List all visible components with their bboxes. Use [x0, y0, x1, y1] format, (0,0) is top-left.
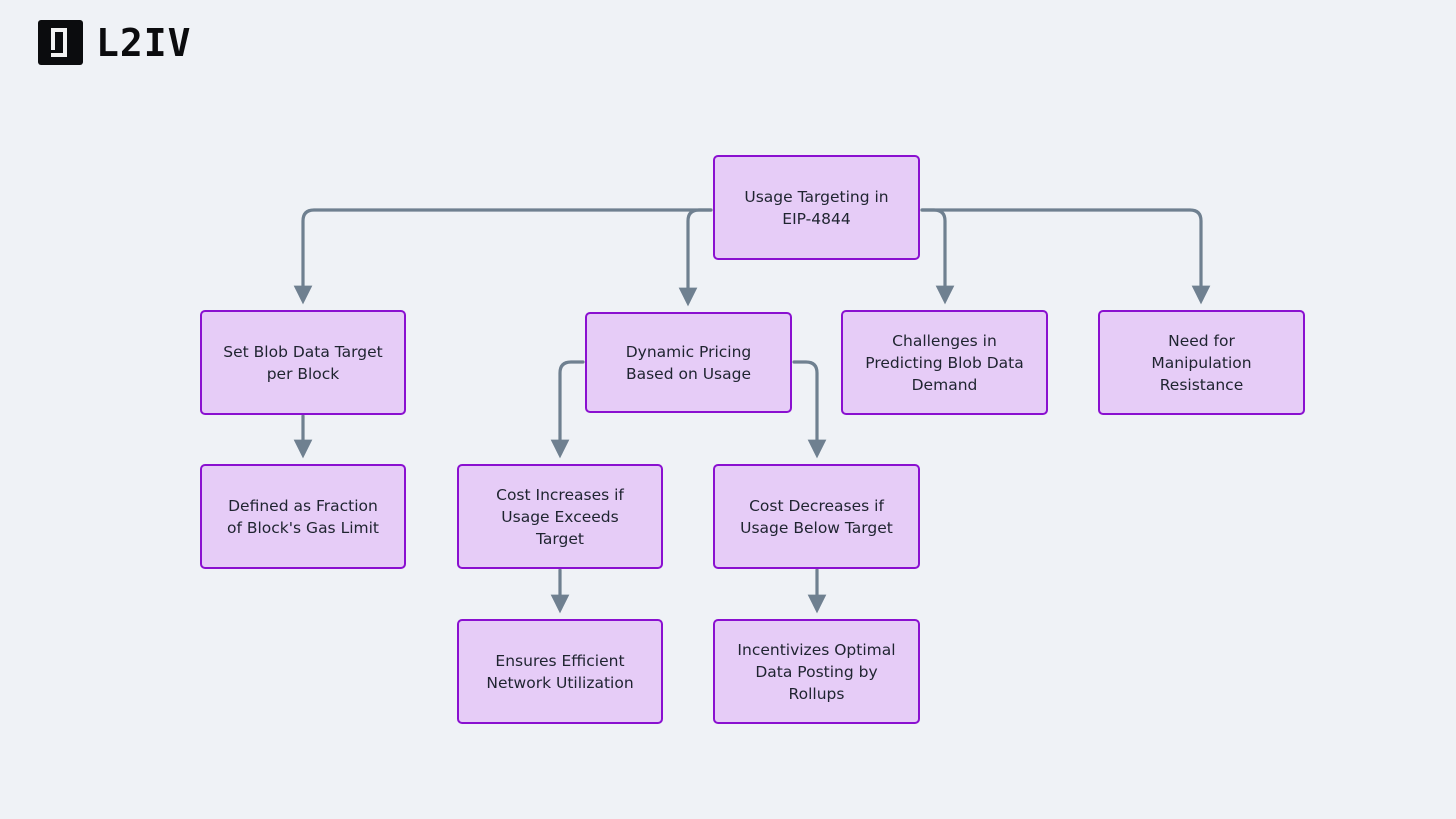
node-manipulation-resistance[interactable]: Need for Manipulation Resistance: [1098, 310, 1305, 415]
node-ensures-efficient-utilization[interactable]: Ensures Efficient Network Utilization: [457, 619, 663, 724]
edge-root-to-resistance: [920, 208, 1211, 305]
node-challenges-predicting-demand[interactable]: Challenges in Predicting Blob Data Deman…: [841, 310, 1048, 415]
node-incentivizes-optimal-posting[interactable]: Incentivizes Optimal Data Posting by Rol…: [713, 619, 920, 724]
node-set-blob-data-target[interactable]: Set Blob Data Target per Block: [200, 310, 406, 415]
node-cost-increases[interactable]: Cost Increases if Usage Exceeds Target: [457, 464, 663, 569]
edge-root-to-pricing: [678, 208, 713, 307]
flowchart: Usage Targeting in EIP-4844 Set Blob Dat…: [0, 0, 1456, 819]
edge-root-to-challenges: [920, 208, 955, 305]
edge-root-to-target: [293, 208, 713, 305]
edge-pricing-to-decrease: [792, 360, 827, 459]
edge-pricing-to-increase: [550, 360, 585, 459]
node-dynamic-pricing[interactable]: Dynamic Pricing Based on Usage: [585, 312, 792, 413]
node-cost-decreases[interactable]: Cost Decreases if Usage Below Target: [713, 464, 920, 569]
node-usage-targeting[interactable]: Usage Targeting in EIP-4844: [713, 155, 920, 260]
node-defined-as-fraction[interactable]: Defined as Fraction of Block's Gas Limit: [200, 464, 406, 569]
